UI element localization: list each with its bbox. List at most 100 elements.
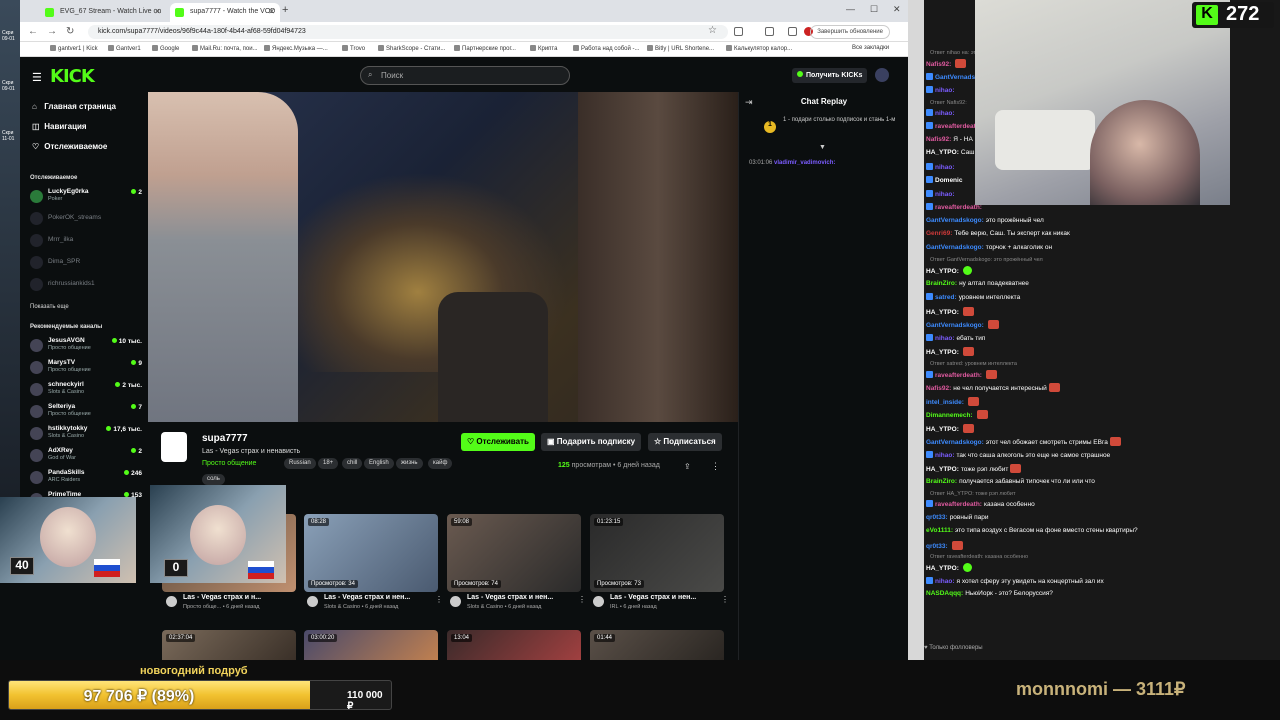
sidebar-item-channel[interactable]: Mrrr_ilka — [30, 232, 142, 252]
share-icon[interactable]: ⇪ — [684, 462, 691, 471]
tag[interactable]: Russian — [284, 458, 316, 469]
url-field[interactable]: kick.com/supa7777/videos/96f9c44a-180f-4… — [88, 25, 728, 39]
chat-username[interactable]: GantVernadskogo: — [926, 244, 984, 251]
tag[interactable]: English — [364, 458, 394, 469]
sidebar-item-channel[interactable]: PandaSkills ARC Raiders 246 — [30, 469, 142, 489]
sidebar-item-channel[interactable]: hstikkytokky Slots & Casino 17,6 тыс. — [30, 425, 142, 445]
chevron-down-icon[interactable]: ▼ — [819, 144, 826, 151]
subscribe-button[interactable]: ☆ Подписаться — [648, 433, 722, 451]
chat-username[interactable]: HA_YTPO: — [926, 349, 959, 356]
star-icon[interactable]: ☆ — [708, 25, 717, 36]
extension-icon[interactable] — [765, 27, 774, 36]
back-icon[interactable]: ← — [28, 26, 38, 37]
chat-username[interactable]: raveafterdeath: — [935, 204, 982, 211]
tag[interactable]: chill — [342, 458, 363, 469]
nav-browse[interactable]: ◫ Навигация — [32, 122, 87, 131]
video-card[interactable]: Las - Vegas страх и нен... IRL • 6 дней н… — [593, 594, 733, 616]
more-options-icon[interactable]: ⋮ — [711, 461, 720, 472]
tag[interactable]: 18+ — [318, 458, 339, 469]
bookmark[interactable]: Trovo — [342, 45, 365, 52]
tag[interactable]: кайф — [428, 458, 453, 469]
video-thumbnail[interactable]: 01:44 — [590, 630, 724, 660]
maximize-icon[interactable]: ☐ — [870, 4, 878, 15]
more-options-icon[interactable]: ⋮ — [578, 595, 586, 604]
bookmark[interactable]: gantver1 | Kick — [50, 45, 98, 52]
chat-username[interactable]: qr0t33: — [926, 514, 948, 521]
avatar[interactable] — [875, 68, 889, 82]
chat-username[interactable]: HA_YTPO: — [926, 466, 959, 473]
tag[interactable]: соль — [202, 474, 225, 485]
chat-username[interactable]: HA_YTPO: — [926, 565, 959, 572]
video-thumbnail[interactable]: 08:28 Просмотров: 34 — [304, 514, 438, 592]
chat-username[interactable]: satred: — [935, 294, 957, 301]
chat-username[interactable]: intel_inside: — [926, 399, 964, 406]
chat-username[interactable]: nihao: — [935, 87, 955, 94]
kick-logo[interactable]: KICK — [50, 66, 95, 87]
chat-username[interactable]: BrainZiro: — [926, 280, 957, 287]
sidebar-item-channel[interactable]: schneckyirl Slots & Casino 2 тыс. — [30, 381, 142, 401]
show-more-link[interactable]: Показать еще — [30, 304, 69, 310]
desktop-icon[interactable]: Скри 09-01 — [2, 30, 18, 42]
video-thumbnail[interactable]: 03:00:20 — [304, 630, 438, 660]
gift-subscription-button[interactable]: ▣ Подарить подписку — [541, 433, 642, 451]
video-thumbnail[interactable]: 02:37:04 — [162, 630, 296, 660]
sidebar-item-channel[interactable]: PokerOK_streams — [30, 210, 142, 230]
chat-username[interactable]: GantVernadskogo: — [926, 322, 984, 329]
chat-username[interactable]: raveafterdeath: — [935, 501, 982, 508]
nav-following[interactable]: ♡ Отслеживаемое — [32, 142, 107, 151]
all-bookmarks[interactable]: Все закладки — [852, 45, 889, 51]
sidebar-item-channel[interactable]: JesusAVGN Просто общение 10 тыс. — [30, 337, 142, 357]
new-tab-icon[interactable]: + — [282, 4, 288, 16]
bookmark[interactable]: Bitly | URL Shortene... — [647, 45, 714, 52]
video-thumbnail[interactable]: 01:23:15 Просмотров: 73 — [590, 514, 724, 592]
bookmark[interactable]: Gantver1 — [108, 45, 141, 52]
close-icon[interactable]: ✕ — [268, 7, 275, 16]
bookmark[interactable]: Google — [152, 45, 179, 52]
bookmark[interactable]: SharkScope - Стати... — [378, 45, 445, 52]
extension-icon[interactable] — [788, 27, 797, 36]
chat-username[interactable]: nihao: — [935, 110, 955, 117]
chat-username[interactable]: BrainZiro: — [926, 478, 957, 485]
chat-username[interactable]: nihao: — [935, 164, 955, 171]
sidebar-item-channel[interactable]: richrussiankids1 — [30, 276, 142, 296]
close-icon[interactable]: ✕ — [154, 7, 161, 16]
nav-home[interactable]: ⌂ Главная страница — [32, 102, 116, 111]
forward-icon[interactable]: → — [47, 26, 57, 37]
chat-username[interactable]: Domenic — [935, 177, 962, 184]
chat-username[interactable]: GantVernadskogo: — [926, 217, 984, 224]
channel-avatar[interactable] — [161, 432, 187, 462]
video-card[interactable]: Las - Vegas страх и н... Просто обще... •… — [166, 594, 306, 616]
chat-username[interactable]: NASDAqqq: — [926, 590, 963, 597]
chat-username[interactable]: HA_YTPO: — [926, 426, 959, 433]
chat-username[interactable]: nihao: — [935, 335, 955, 342]
chat-username[interactable]: raveafterdeath: — [935, 372, 982, 379]
minimize-icon[interactable]: — — [846, 4, 855, 14]
sidebar-item-channel[interactable]: Selteriya Просто общение 7 — [30, 403, 142, 423]
bookmark[interactable]: Криптa — [530, 45, 558, 52]
chat-username[interactable]: HA_YTPO: — [926, 149, 959, 156]
chat-username[interactable]: nihao: — [935, 578, 955, 585]
chat-username[interactable]: nihao: — [935, 452, 955, 459]
more-options-icon[interactable]: ⋮ — [721, 595, 729, 604]
reload-icon[interactable]: ↻ — [66, 26, 74, 37]
bookmark[interactable]: Партнерские прог... — [454, 45, 516, 52]
sidebar-item-channel[interactable]: AdXRey God of War 2 — [30, 447, 142, 467]
video-thumbnail[interactable]: 59:08 Просмотров: 74 — [447, 514, 581, 592]
tab-evg-stream[interactable]: EVG_67 Stream - Watch Live on ✕ — [40, 3, 166, 22]
desktop-icon[interactable]: Скри 11-01 — [2, 130, 18, 142]
message-user[interactable]: vladimir_vadimovich: — [774, 160, 835, 166]
desktop-icon[interactable]: Скри 09-01 — [2, 80, 18, 92]
chat-username[interactable]: HA_YTPO: — [926, 268, 959, 275]
chat-username[interactable]: Nafis92: — [926, 61, 951, 68]
video-card[interactable]: Las - Vegas страх и нен... Slots & Casino… — [307, 594, 447, 616]
sidebar-item-channel[interactable]: LuckyEg0rka Poker 2 — [30, 188, 142, 208]
tab-supa-vod[interactable]: supa7777 - Watch the VOD ✕ — [170, 3, 280, 22]
update-button[interactable]: Завершить обновление — [810, 25, 890, 39]
bookmark[interactable]: Яндекс.Музыка —... — [264, 45, 328, 52]
chat-username[interactable]: nihao: — [935, 191, 955, 198]
chat-username[interactable]: qr0t33: — [926, 543, 948, 550]
category-link[interactable]: Просто общение — [202, 460, 256, 467]
get-kicks-button[interactable]: Получить KICKs — [792, 68, 868, 83]
bookmark[interactable]: Работа над собой -... — [573, 45, 639, 52]
chat-username[interactable]: Nafis92: — [926, 136, 951, 143]
